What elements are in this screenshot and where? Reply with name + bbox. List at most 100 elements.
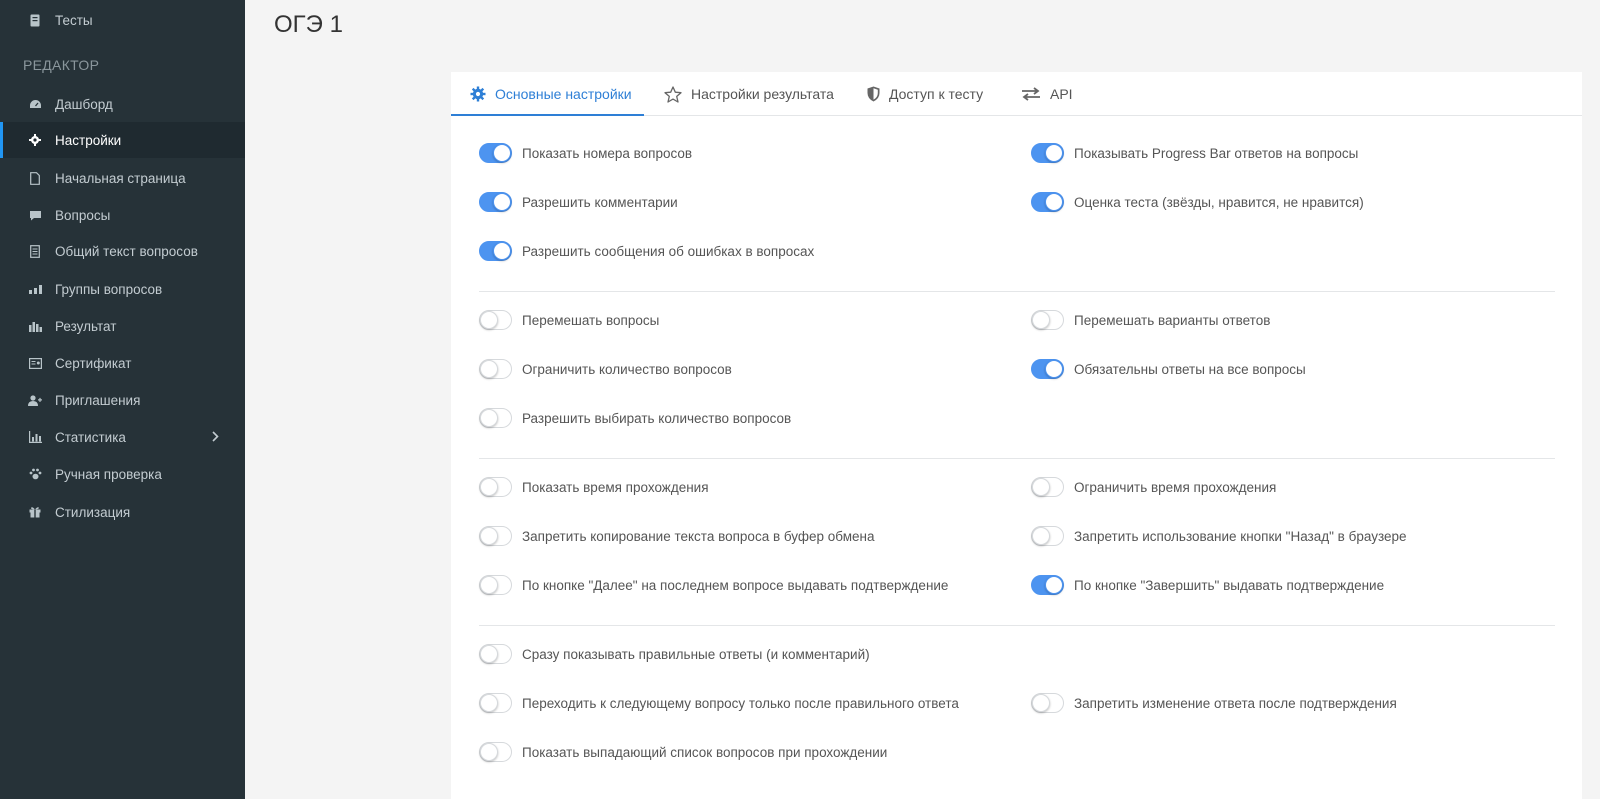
sidebar-item-label: Ручная проверка bbox=[55, 466, 162, 482]
setting-show-progress-bar[interactable]: Показывать Progress Bar ответов на вопро… bbox=[1031, 141, 1358, 165]
toggle-switch[interactable] bbox=[1031, 359, 1064, 379]
toggle-switch[interactable] bbox=[479, 143, 512, 163]
sidebar-item-dashboard[interactable]: Дашборд bbox=[0, 86, 245, 122]
sidebar-item-label: Общий текст вопросов bbox=[55, 243, 198, 259]
tab-label: Основные настройки bbox=[495, 86, 632, 102]
setting-forbid-answer-change[interactable]: Запретить изменение ответа после подтвер… bbox=[1031, 691, 1397, 715]
toggle-switch[interactable] bbox=[479, 408, 512, 428]
sidebar-item-label: Сертификат bbox=[55, 355, 132, 371]
toggle-switch[interactable] bbox=[479, 575, 512, 595]
toggle-switch[interactable] bbox=[479, 693, 512, 713]
setting-label: Показать номера вопросов bbox=[522, 145, 693, 161]
page-icon bbox=[28, 171, 42, 185]
sidebar-item-label: Группы вопросов bbox=[55, 281, 163, 297]
setting-question-dropdown[interactable]: Показать выпадающий список вопросов при … bbox=[479, 740, 887, 764]
toggle-switch[interactable] bbox=[1031, 477, 1064, 497]
sidebar-item-styling[interactable]: Стилизация bbox=[0, 494, 245, 530]
divider bbox=[479, 458, 1555, 459]
toggle-switch[interactable] bbox=[1031, 526, 1064, 546]
sidebar-item-label: Вопросы bbox=[55, 207, 111, 223]
setting-label: Перемешать варианты ответов bbox=[1074, 312, 1271, 328]
sidebar-item-label: Стилизация bbox=[55, 504, 131, 520]
setting-require-all-answers[interactable]: Обязательны ответы на все вопросы bbox=[1031, 357, 1306, 381]
setting-label: Разрешить выбирать количество вопросов bbox=[522, 410, 792, 426]
tab-result-settings[interactable]: Настройки результата bbox=[664, 72, 834, 116]
setting-confirm-finish[interactable]: По кнопке "Завершить" выдавать подтвержд… bbox=[1031, 573, 1384, 597]
setting-label: Обязательны ответы на все вопросы bbox=[1074, 361, 1306, 377]
toggle-switch[interactable] bbox=[479, 241, 512, 261]
toggle-switch[interactable] bbox=[1031, 143, 1064, 163]
setting-show-question-numbers[interactable]: Показать номера вопросов bbox=[479, 141, 692, 165]
sidebar-item-common-text[interactable]: Общий текст вопросов bbox=[0, 233, 245, 269]
sidebar-item-label: Дашборд bbox=[55, 96, 113, 112]
setting-forbid-back-button[interactable]: Запретить использование кнопки "Назад" в… bbox=[1031, 524, 1407, 548]
tab-test-access[interactable]: Доступ к тесту bbox=[867, 72, 983, 116]
sidebar-item-start-page[interactable]: Начальная страница bbox=[0, 160, 245, 196]
sidebar-item-label: Статистика bbox=[55, 429, 126, 445]
tab-label: Настройки результата bbox=[691, 86, 834, 102]
tab-label: API bbox=[1050, 86, 1073, 102]
exchange-icon bbox=[1021, 87, 1041, 101]
toggle-switch[interactable] bbox=[479, 526, 512, 546]
setting-confirm-next-last[interactable]: По кнопке "Далее" на последнем вопросе в… bbox=[479, 573, 948, 597]
toggle-switch[interactable] bbox=[479, 742, 512, 762]
question-icon bbox=[28, 208, 42, 222]
setting-limit-question-count[interactable]: Ограничить количество вопросов bbox=[479, 357, 732, 381]
sidebar-item-tests[interactable]: Тесты bbox=[0, 2, 245, 38]
shield-icon bbox=[867, 86, 880, 102]
sidebar-item-statistics[interactable]: Статистика bbox=[0, 419, 245, 455]
setting-label: Показать выпадающий список вопросов при … bbox=[522, 744, 888, 760]
sidebar-item-settings[interactable]: Настройки bbox=[0, 122, 245, 158]
chart-icon bbox=[28, 430, 42, 444]
setting-label: Оценка теста (звёзды, нравится, не нрави… bbox=[1074, 194, 1364, 210]
setting-show-time[interactable]: Показать время прохождения bbox=[479, 475, 709, 499]
setting-next-after-correct[interactable]: Переходить к следующему вопросу только п… bbox=[479, 691, 959, 715]
tab-api[interactable]: API bbox=[1021, 72, 1073, 116]
setting-label: Разрешить сообщения об ошибках в вопроса… bbox=[522, 243, 815, 259]
sidebar-item-result[interactable]: Результат bbox=[0, 308, 245, 344]
toggle-switch[interactable] bbox=[479, 359, 512, 379]
toggle-switch[interactable] bbox=[1031, 693, 1064, 713]
sidebar-item-label: Начальная страница bbox=[55, 170, 186, 186]
setting-shuffle-questions[interactable]: Перемешать вопросы bbox=[479, 308, 659, 332]
toggle-switch[interactable] bbox=[479, 192, 512, 212]
setting-label: Показывать Progress Bar ответов на вопро… bbox=[1074, 145, 1359, 161]
tab-main-settings[interactable]: Основные настройки bbox=[470, 72, 632, 116]
book-icon bbox=[28, 13, 42, 27]
setting-label: Переходить к следующему вопросу только п… bbox=[522, 695, 959, 711]
setting-show-correct-answers[interactable]: Сразу показывать правильные ответы (и ко… bbox=[479, 642, 870, 666]
toggle-switch[interactable] bbox=[1031, 310, 1064, 330]
gear-icon bbox=[470, 86, 486, 102]
active-tab-indicator bbox=[451, 114, 644, 116]
setting-label: Запретить копирование текста вопроса в б… bbox=[522, 528, 875, 544]
setting-allow-error-reports[interactable]: Разрешить сообщения об ошибках в вопроса… bbox=[479, 239, 814, 263]
sidebar-item-question-groups[interactable]: Группы вопросов bbox=[0, 271, 245, 307]
toggle-switch[interactable] bbox=[479, 644, 512, 664]
sidebar-item-certificate[interactable]: Сертификат bbox=[0, 345, 245, 381]
toggle-switch[interactable] bbox=[1031, 575, 1064, 595]
sidebar-item-questions[interactable]: Вопросы bbox=[0, 197, 245, 233]
setting-shuffle-answers[interactable]: Перемешать варианты ответов bbox=[1031, 308, 1270, 332]
gift-icon bbox=[28, 505, 42, 519]
page-title: ОГЭ 1 bbox=[274, 11, 343, 38]
setting-forbid-copy[interactable]: Запретить копирование текста вопроса в б… bbox=[479, 524, 874, 548]
setting-test-rating[interactable]: Оценка теста (звёзды, нравится, не нрави… bbox=[1031, 190, 1364, 214]
toggle-switch[interactable] bbox=[1031, 192, 1064, 212]
tab-bar: Основные настройки Настройки результата … bbox=[451, 72, 1582, 116]
sidebar-item-manual-check[interactable]: Ручная проверка bbox=[0, 456, 245, 492]
toggle-switch[interactable] bbox=[479, 310, 512, 330]
setting-label: Разрешить комментарии bbox=[522, 194, 678, 210]
sidebar: Тесты РЕДАКТОР Дашборд Настройки Начальн… bbox=[0, 0, 245, 799]
divider bbox=[479, 291, 1555, 292]
setting-label: Ограничить время прохождения bbox=[1074, 479, 1277, 495]
tab-label: Доступ к тесту bbox=[889, 86, 984, 102]
sidebar-item-invitations[interactable]: Приглашения bbox=[0, 382, 245, 418]
setting-label: Ограничить количество вопросов bbox=[522, 361, 732, 377]
setting-allow-choose-count[interactable]: Разрешить выбирать количество вопросов bbox=[479, 406, 791, 430]
toggle-switch[interactable] bbox=[479, 477, 512, 497]
groups-icon bbox=[28, 282, 42, 296]
setting-label: По кнопке "Завершить" выдавать подтвержд… bbox=[1074, 577, 1385, 593]
setting-allow-comments[interactable]: Разрешить комментарии bbox=[479, 190, 678, 214]
setting-limit-time[interactable]: Ограничить время прохождения bbox=[1031, 475, 1276, 499]
setting-label: Сразу показывать правильные ответы (и ко… bbox=[522, 646, 870, 662]
